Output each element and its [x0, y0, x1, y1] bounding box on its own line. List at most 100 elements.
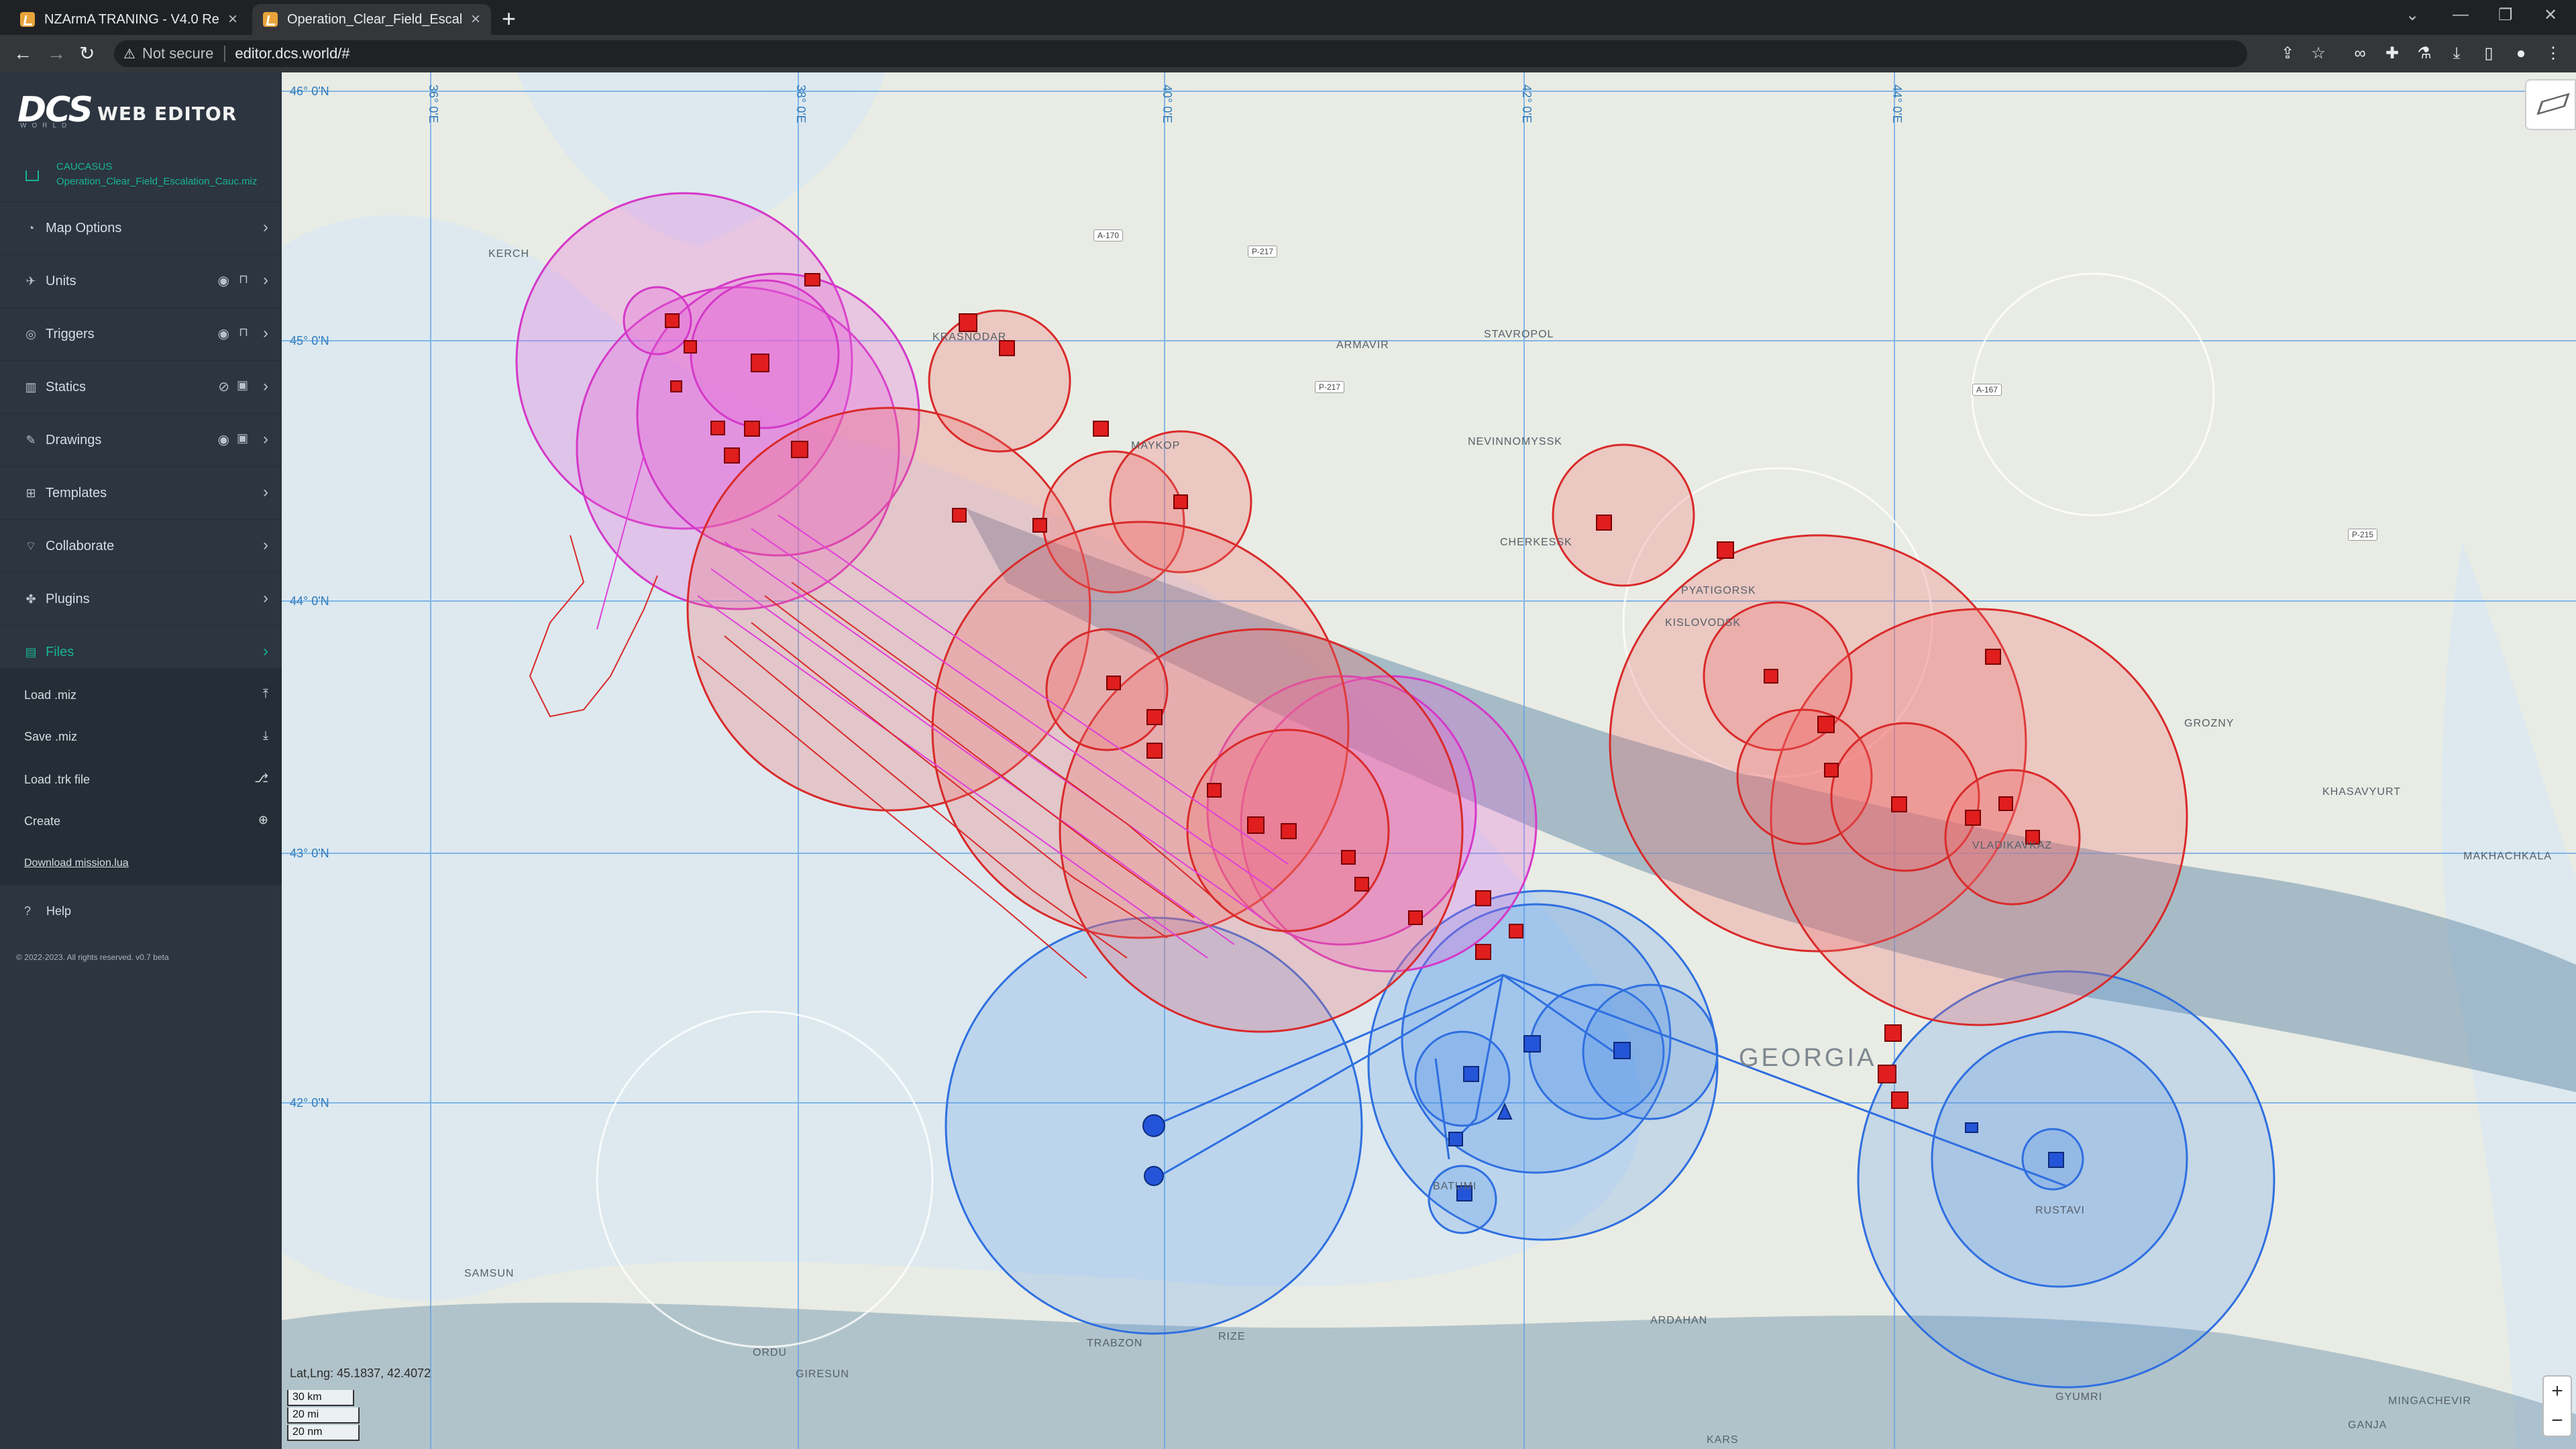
red-unit-marker — [1207, 783, 1222, 798]
menu-statics[interactable]: ▥ Statics ⊘ ▣ › — [0, 360, 282, 413]
minimize-icon[interactable]: — — [2453, 5, 2469, 24]
plus-circle-icon[interactable]: ⊕ — [258, 813, 268, 827]
copyright-text: © 2022-2023. All rights reserved. v0.7 b… — [16, 953, 169, 962]
road-shield: A-170 — [1093, 229, 1124, 241]
upload-icon[interactable]: ⤒ — [263, 687, 268, 701]
pencil-icon: ✎ — [25, 433, 36, 447]
load-miz-button[interactable]: Load .miz — [24, 688, 76, 702]
lon-label: 44° 0'E — [1890, 85, 1904, 123]
map-drawing-layer[interactable] — [282, 72, 2576, 1449]
red-unit-marker — [952, 508, 967, 523]
tab-operation-clear-field[interactable]: Operation_Clear_Field_Escalation × — [252, 4, 491, 35]
map-canvas[interactable]: 46° 0'N 45° 0'N 44° 0'N 43° 0'N 42° 0'N … — [282, 72, 2576, 1449]
city-label: KERCH — [488, 248, 530, 260]
tab-close-icon[interactable]: × — [228, 10, 237, 29]
eye-icon[interactable]: ◉ — [218, 325, 229, 342]
save-miz-button[interactable]: Save .miz — [24, 730, 77, 744]
country-label: GEORGIA — [1739, 1044, 1877, 1072]
tab-nzarma[interactable]: NZArmA TRANING - V4.0 Release × — [9, 4, 248, 35]
forward-icon[interactable]: → — [47, 42, 66, 66]
menu-label: Drawings — [46, 433, 102, 447]
menu-kebab-icon[interactable]: ⋮ — [2544, 44, 2563, 63]
red-unit-marker — [1884, 1024, 1902, 1042]
menu-map-options[interactable]: ◔ Map Options › — [0, 201, 282, 254]
create-button[interactable]: Create — [24, 814, 60, 828]
tab-close-icon[interactable]: × — [471, 10, 480, 29]
magenta-zone-circle — [623, 286, 692, 356]
city-label: ARMAVIR — [1336, 339, 1389, 351]
file-icon: ▤ — [25, 645, 37, 659]
red-unit-marker — [1878, 1065, 1896, 1083]
new-tab-button[interactable]: + — [502, 5, 516, 32]
extension-glasses-icon[interactable]: ∞ — [2351, 44, 2369, 63]
map-theatre-icon — [25, 170, 39, 181]
zoom-out-button[interactable]: − — [2544, 1406, 2571, 1436]
red-unit-marker — [1408, 910, 1423, 925]
red-unit-marker — [1475, 944, 1491, 960]
eye-icon[interactable]: ◉ — [218, 272, 229, 289]
eye-slash-icon[interactable]: ⊘ — [218, 378, 229, 395]
city-label: STAVROPOL — [1484, 329, 1554, 340]
bookmark-star-icon[interactable]: ☆ — [2309, 44, 2328, 63]
restore-icon[interactable]: ❐ — [2498, 5, 2513, 25]
chevron-right-icon: › — [263, 536, 268, 554]
route-icon[interactable]: ⎇ — [254, 771, 268, 786]
red-unit-marker — [1998, 796, 2013, 811]
red-unit-marker — [1717, 541, 1734, 559]
menu-label: Triggers — [46, 327, 95, 341]
security-status: Not secure — [142, 45, 214, 62]
lon-label: 38° 0'E — [794, 85, 808, 123]
address-bar[interactable]: ⚠ Not secure editor.dcs.world/# — [114, 40, 2247, 67]
city-label: KHASAVYURT — [2322, 786, 2401, 798]
download-mission-lua-link[interactable]: Download mission.lua — [24, 857, 129, 869]
blue-zone-circle — [1414, 1030, 1511, 1127]
red-unit-marker — [1891, 1091, 1909, 1109]
zoom-in-button[interactable]: + — [2544, 1377, 2571, 1406]
help-item[interactable]: ? Help — [24, 904, 71, 918]
city-label: GANJA — [2348, 1419, 2387, 1431]
unlock-icon[interactable]: ⊓ — [239, 272, 248, 286]
tab-title: NZArmA TRANING - V4.0 Release — [44, 11, 219, 27]
layers-control-button[interactable] — [2525, 79, 2576, 130]
city-label: MINGACHEVIR — [2388, 1395, 2471, 1407]
profile-icon[interactable]: ● — [2512, 44, 2530, 63]
buildings-icon: ▥ — [25, 380, 37, 394]
close-window-icon[interactable]: ✕ — [2544, 5, 2557, 25]
share-icon[interactable]: ⇪ — [2278, 44, 2297, 63]
extensions-puzzle-icon[interactable]: ✚ — [2383, 44, 2402, 63]
blue-unit-marker — [1523, 1035, 1541, 1053]
blue-unit-marker — [1448, 1132, 1463, 1146]
unlock-icon[interactable]: ⊓ — [239, 325, 248, 339]
chevron-right-icon: › — [263, 324, 268, 342]
warning-icon: ⚠ — [123, 46, 136, 62]
back-icon[interactable]: ← — [13, 42, 32, 66]
logo-web-editor-text: WEB EDITOR — [97, 103, 237, 125]
menu-triggers[interactable]: ◎ Triggers ◉ ⊓ › — [0, 307, 282, 360]
labs-flask-icon[interactable]: ⚗ — [2415, 44, 2434, 63]
side-panel-icon[interactable]: ▯ — [2479, 44, 2498, 63]
menu-templates[interactable]: ⊞ Templates › — [0, 466, 282, 519]
road-shield: A-167 — [1972, 384, 2002, 396]
zoom-control: + − — [2542, 1375, 2572, 1437]
tab-search-icon[interactable]: ⌄ — [2406, 5, 2419, 25]
reload-icon[interactable]: ↻ — [79, 42, 95, 66]
wifi-icon: ⌔ — [25, 539, 37, 553]
question-icon: ? — [24, 904, 32, 918]
menu-units[interactable]: ✈ Units ◉ ⊓ › — [0, 254, 282, 307]
plane-icon: ✈ — [25, 274, 36, 288]
menu-drawings[interactable]: ✎ Drawings ◉ ▣ › — [0, 413, 282, 466]
city-label: BATUMI — [1433, 1181, 1477, 1192]
menu-collaborate[interactable]: ⌔ Collaborate › — [0, 519, 282, 572]
download-icon[interactable]: ⤓ — [2447, 44, 2466, 63]
eye-icon[interactable]: ◉ — [218, 431, 229, 448]
scale-bar-nm: 20 nm — [287, 1425, 360, 1441]
blue-unit-marker — [1965, 1122, 1978, 1133]
download-icon[interactable]: ⤓ — [263, 729, 268, 743]
menu-plugins[interactable]: ✤ Plugins › — [0, 572, 282, 625]
city-label: MAYKOP — [1131, 440, 1181, 451]
lock-icon[interactable]: ▣ — [237, 378, 248, 392]
lat-label: 44° 0'N — [290, 594, 329, 608]
lock-icon[interactable]: ▣ — [237, 431, 248, 445]
sidebar: DCS WEB EDITOR WORLD CAUCASUS Operation_… — [0, 72, 282, 1449]
load-trk-button[interactable]: Load .trk file — [24, 773, 90, 787]
